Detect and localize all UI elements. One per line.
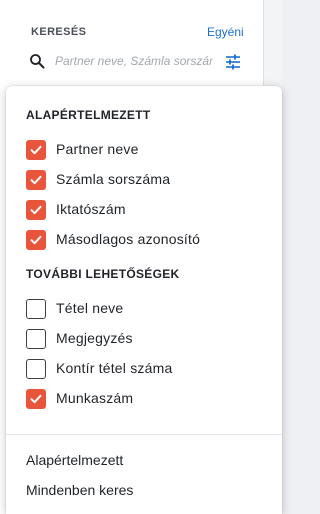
check-icon — [30, 205, 42, 215]
search-everywhere-button[interactable]: Mindenben keres — [26, 482, 133, 498]
checkbox-checked[interactable] — [26, 170, 46, 190]
checkbox-checked[interactable] — [26, 140, 46, 160]
checkbox-checked[interactable] — [26, 389, 46, 409]
option-label: Másodlagos azonosító — [56, 231, 201, 247]
check-icon — [30, 175, 42, 185]
option-label: Tétel neve — [56, 300, 124, 316]
option-label: Munkaszám — [56, 390, 134, 406]
checkbox-unchecked[interactable] — [26, 359, 46, 379]
search-row — [29, 52, 259, 74]
divider — [6, 434, 282, 435]
option-szamla-sorszama[interactable]: Számla sorszáma — [26, 170, 266, 192]
check-icon — [30, 235, 42, 245]
option-label: Megjegyzés — [56, 330, 133, 346]
option-megjegyzes[interactable]: Megjegyzés — [26, 329, 266, 351]
reset-default-button[interactable]: Alapértelmezett — [26, 452, 123, 468]
checkbox-unchecked[interactable] — [26, 299, 46, 319]
search-fields-dropdown: ALAPÉRTELMEZETT Partner neve Számla sors… — [6, 86, 282, 514]
check-icon — [30, 145, 42, 155]
checkbox-unchecked[interactable] — [26, 329, 46, 349]
option-label: Kontír tétel száma — [56, 360, 173, 376]
more-section-title: TOVÁBBI LEHETŐSÉGEK — [26, 267, 180, 281]
option-tetel-neve[interactable]: Tétel neve — [26, 299, 266, 321]
search-icon — [30, 54, 45, 69]
check-icon — [30, 394, 42, 404]
option-label: Számla sorszáma — [56, 171, 171, 187]
tune-icon[interactable] — [224, 53, 242, 71]
checkbox-checked[interactable] — [26, 200, 46, 220]
option-label: Partner neve — [56, 141, 139, 157]
option-partner-neve[interactable]: Partner neve — [26, 140, 266, 162]
option-kontir-tetel-szama[interactable]: Kontír tétel száma — [26, 359, 266, 381]
option-munkaszam[interactable]: Munkaszám — [26, 389, 266, 411]
checkbox-checked[interactable] — [26, 230, 46, 250]
option-iktatoszam[interactable]: Iktatószám — [26, 200, 266, 222]
custom-search-link[interactable]: Egyéni — [207, 25, 244, 39]
search-title: KERESÉS — [31, 26, 87, 38]
default-section-title: ALAPÉRTELMEZETT — [26, 108, 151, 122]
option-masodlagos-azonosito[interactable]: Másodlagos azonosító — [26, 230, 266, 252]
search-input[interactable] — [55, 52, 213, 70]
option-label: Iktatószám — [56, 201, 126, 217]
